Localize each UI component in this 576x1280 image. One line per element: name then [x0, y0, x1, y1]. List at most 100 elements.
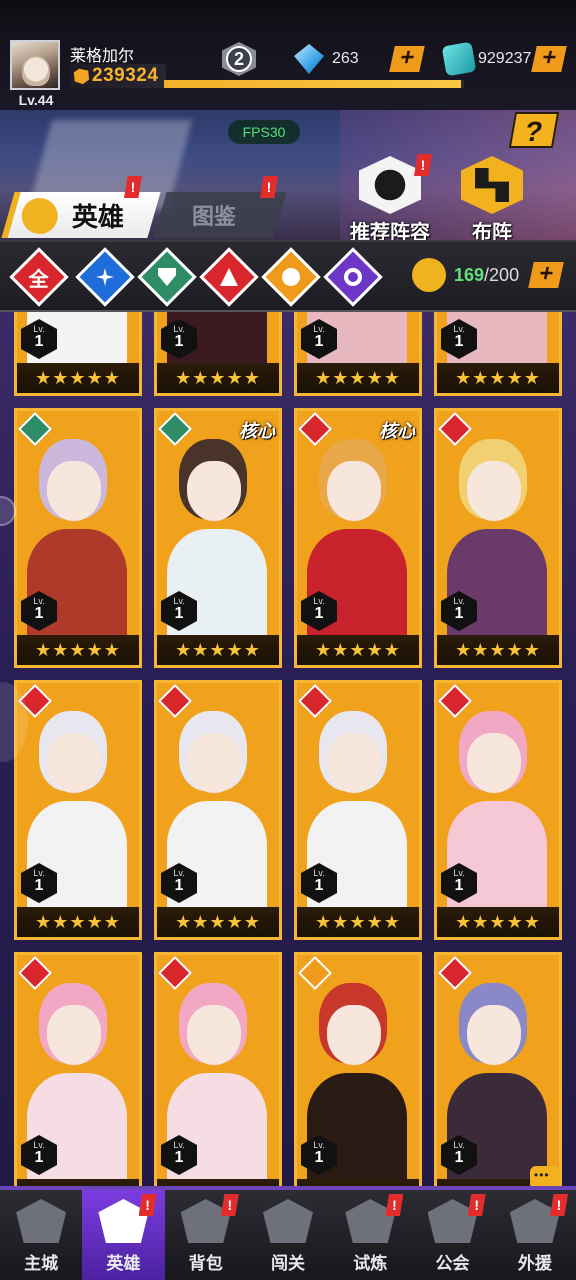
gem-resource: 263 +	[294, 44, 425, 74]
nav-alert-badge: !	[467, 1194, 486, 1216]
recommended-lineup-icon	[359, 156, 421, 214]
hero-level-value: 1	[454, 877, 464, 894]
nav-item-2[interactable]: 背包!	[165, 1190, 247, 1280]
hero-card[interactable]: Lv.1★★★★★	[154, 312, 282, 396]
hero-star-rating: ★★★★★	[437, 635, 559, 665]
diamond-icon	[294, 44, 324, 74]
shield-icon	[158, 268, 176, 286]
player-avatar[interactable]	[10, 40, 60, 90]
nav-item-4[interactable]: 试炼!	[329, 1190, 411, 1280]
combat-power-value: 239324	[92, 65, 159, 86]
tab-heroes[interactable]: 英雄	[1, 192, 161, 238]
add-coins-button[interactable]: +	[531, 44, 567, 72]
hero-level-value: 1	[174, 333, 184, 350]
hero-card[interactable]: 核心 Lv. 1 ★★★★★	[154, 408, 282, 668]
hero-star-rating: ★★★★★	[297, 907, 419, 937]
filter-purple-element[interactable]	[323, 247, 383, 307]
hero-card[interactable]: Lv.1★★★★★	[434, 952, 562, 1186]
hero-level-value: 1	[314, 605, 324, 622]
filter-all-label: 全	[29, 268, 49, 291]
hero-card[interactable]: Lv.1★★★★★	[294, 312, 422, 396]
nav-alert-badge: !	[549, 1194, 568, 1216]
hero-star-rating: ★★★★★	[157, 907, 279, 937]
hero-card[interactable]: Lv.1★★★★★	[14, 952, 142, 1186]
sun-icon	[282, 268, 300, 286]
hero-star-rating: ★★★★★	[297, 1179, 419, 1186]
hero-count-max: /200	[484, 264, 520, 285]
gem-count: 263	[332, 50, 359, 67]
hero-star-rating: ★★★★★	[437, 363, 559, 393]
wings-icon	[262, 1199, 313, 1243]
help-button[interactable]: ?	[508, 112, 560, 148]
hero-star-rating: ★★★★★	[17, 363, 139, 393]
ring-icon	[344, 268, 362, 286]
hero-level-value: 1	[454, 333, 464, 350]
bottom-navigation: 主城 英雄! 背包! 闯关 试炼! 公会! 外援!	[0, 1186, 576, 1280]
hero-card[interactable]: Lv.1★★★★★	[154, 680, 282, 940]
expand-capacity-button[interactable]: +	[528, 260, 564, 288]
tab-gallery[interactable]: 图鉴	[153, 192, 287, 238]
nav-alert-badge: !	[220, 1194, 239, 1216]
hero-card[interactable]: Lv.1★★★★★	[14, 408, 142, 668]
triangle-icon	[220, 268, 238, 286]
formation-button[interactable]: 布阵	[444, 156, 540, 245]
player-name: 莱格加尔	[70, 48, 135, 65]
hero-capacity: 169 /200 +	[412, 252, 564, 298]
hero-level-value: 1	[174, 1149, 184, 1166]
core-tag: 核心	[379, 421, 415, 441]
hero-level-value: 1	[314, 1149, 324, 1166]
hero-level-value: 1	[314, 333, 324, 350]
coin-count: 929237	[478, 50, 532, 67]
combat-power: 239324	[70, 64, 166, 88]
filter-green-element[interactable]	[137, 247, 197, 307]
player-level: Lv.44	[18, 92, 54, 108]
filter-red-element[interactable]	[199, 247, 259, 307]
nav-item-3[interactable]: 闯关	[247, 1190, 329, 1280]
rank-badge[interactable]: 2	[222, 42, 256, 76]
hero-card[interactable]: Lv.1★★★★★	[434, 408, 562, 668]
hero-list[interactable]: Lv. 1 ★★★★★ Lv. 1 ★★★★★ Lv. 1 ★★★★★ Lv. 1 ★★★★★ Lv. 1…	[0, 312, 576, 1186]
hero-star-rating: ★★★★★	[157, 363, 279, 393]
hero-level-value: 1	[174, 605, 184, 622]
hero-star-rating: ★★★★★	[17, 1179, 139, 1186]
hero-head-icon	[412, 258, 446, 292]
hero-card[interactable]: Lv.1★★★★★	[14, 680, 142, 940]
add-gems-button[interactable]: +	[389, 44, 425, 72]
hero-card[interactable]: Lv.1★★★★★	[294, 952, 422, 1186]
top-status-bar: Lv.44 莱格加尔 239324 2 263 + 929237 +	[0, 0, 576, 110]
hero-card[interactable]: 核心 Lv. 1 ★★★★★	[294, 408, 422, 668]
nav-item-label: 英雄	[106, 1254, 141, 1273]
nav-item-0[interactable]: 主城	[0, 1190, 82, 1280]
hero-level-value: 1	[34, 877, 44, 894]
hero-count-current: 169	[454, 264, 485, 285]
tab-gallery-label: 图鉴	[192, 204, 237, 229]
hero-card[interactable]: Lv.1★★★★★	[434, 312, 562, 396]
hero-card[interactable]: Lv.1★★★★★	[294, 680, 422, 940]
exp-bar	[164, 80, 464, 88]
hero-card[interactable]: Lv.1★★★★★	[14, 312, 142, 396]
nav-item-6[interactable]: 外援!	[494, 1190, 576, 1280]
tab-heroes-label: 英雄	[72, 201, 125, 232]
recommended-lineup-button[interactable]: 推荐阵容 !	[342, 154, 438, 245]
hero-level-value: 1	[174, 877, 184, 894]
rank-badge-value: 2	[226, 46, 252, 72]
filter-orange-element[interactable]	[261, 247, 321, 307]
fps-indicator: FPS30	[228, 120, 300, 144]
filter-blue-element[interactable]	[75, 247, 135, 307]
nav-item-5[interactable]: 公会!	[411, 1190, 493, 1280]
star-compass-icon	[96, 268, 114, 286]
nav-item-label: 闯关	[270, 1254, 305, 1273]
hero-card[interactable]: Lv.1★★★★★	[434, 680, 562, 940]
hero-star-rating: ★★★★★	[297, 635, 419, 665]
hero-card[interactable]: Lv.1★★★★★	[154, 952, 282, 1186]
coin-resource: 929237 +	[441, 41, 567, 77]
formation-icon	[461, 156, 523, 214]
filter-all[interactable]: 全	[9, 247, 69, 307]
hero-star-rating: ★★★★★	[17, 907, 139, 937]
hero-level-value: 1	[314, 877, 324, 894]
hero-level-value: 1	[454, 605, 464, 622]
exp-bar-fill	[164, 80, 461, 88]
nav-item-1[interactable]: 英雄!	[82, 1190, 165, 1280]
hero-head-icon	[21, 198, 58, 234]
nav-alert-badge: !	[385, 1194, 404, 1216]
